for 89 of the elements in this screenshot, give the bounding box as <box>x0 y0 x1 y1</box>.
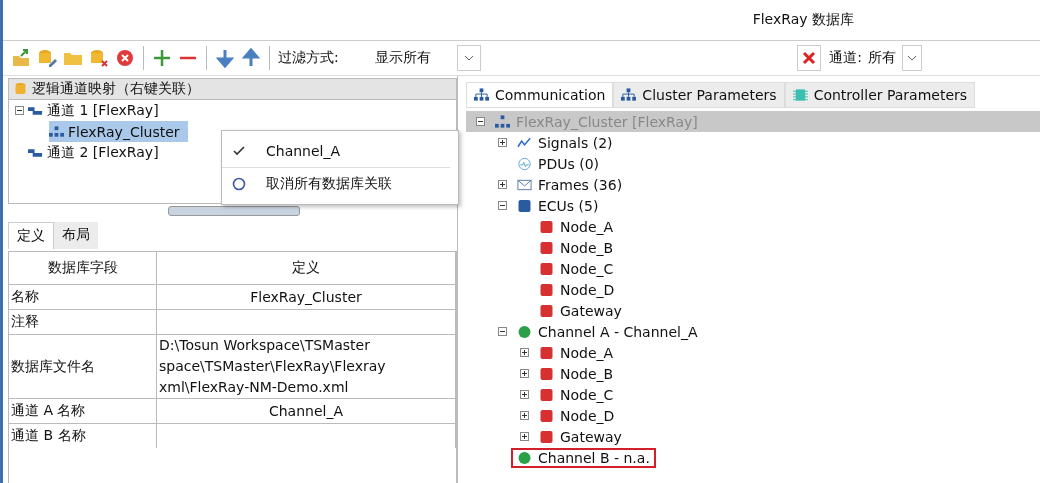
tree-item[interactable]: Node_B <box>533 363 620 384</box>
collapse-icon[interactable] <box>15 106 24 115</box>
tree-item[interactable]: Node_A <box>533 342 620 363</box>
tab[interactable]: 布局 <box>54 222 98 249</box>
clear-button[interactable] <box>797 45 822 71</box>
import-icon[interactable] <box>11 48 31 68</box>
cube-icon <box>539 261 554 276</box>
radio-icon <box>232 177 246 191</box>
tree-item[interactable]: Node_A <box>533 216 620 237</box>
tree-item[interactable]: Node_C <box>533 384 620 405</box>
cube-icon <box>539 282 554 297</box>
table-cell: 数据库文件名 <box>9 334 157 399</box>
table-cell: 注释 <box>9 309 157 335</box>
tree-item[interactable]: Channel B - n.a. <box>511 447 656 468</box>
channel-value: 所有 <box>868 49 896 67</box>
tree-item[interactable]: PDUs (0) <box>511 153 606 174</box>
chip-icon <box>792 88 808 102</box>
tree-item[interactable]: Node_D <box>533 405 621 426</box>
column-header: 数据库字段 <box>9 252 157 285</box>
collapse-icon[interactable] <box>520 411 529 420</box>
network-icon <box>495 114 510 129</box>
collapse-icon[interactable] <box>498 180 507 189</box>
tree-item[interactable]: Node_D <box>533 279 621 300</box>
cube-icon <box>539 345 554 360</box>
tree-item[interactable]: Channel A - Channel_A <box>511 321 704 342</box>
database-icon <box>13 82 28 96</box>
column-header: 定义 <box>156 252 456 285</box>
filter-label: 过滤方式: <box>278 49 339 67</box>
collapse-icon[interactable] <box>520 348 529 357</box>
menu-item[interactable]: Channel_A <box>266 143 341 159</box>
tree-item[interactable]: 通道 2 [FlexRay] <box>28 142 167 163</box>
caret-icon <box>463 55 474 61</box>
tree-item[interactable]: FlexRay_Cluster <box>49 121 188 142</box>
hierarchy-icon <box>474 88 489 102</box>
database-edit-icon[interactable] <box>37 48 57 68</box>
close-icon <box>802 51 817 65</box>
hierarchy-icon <box>621 88 637 102</box>
collapse-icon[interactable] <box>498 138 507 147</box>
tab[interactable]: Cluster Parameters <box>613 82 785 108</box>
table-cell: 通道 B 名称 <box>9 423 157 448</box>
splitter-handle[interactable] <box>168 206 300 216</box>
collapse-icon[interactable] <box>520 390 529 399</box>
check-icon <box>233 146 245 156</box>
close-icon[interactable] <box>115 48 135 68</box>
move-down-icon[interactable] <box>215 48 235 68</box>
tree-item[interactable]: ECUs (5) <box>511 195 605 216</box>
cube-icon <box>539 240 554 255</box>
envelope-icon <box>517 177 532 192</box>
tab[interactable]: 定义 <box>8 222 54 249</box>
window-title: FlexRay 数据库 <box>752 11 854 29</box>
tree-item[interactable]: Node_B <box>533 237 620 258</box>
cube-icon <box>517 198 532 213</box>
collapse-icon[interactable] <box>520 369 529 378</box>
cube-icon <box>539 429 554 444</box>
collapse-icon[interactable] <box>476 117 485 126</box>
cube-icon <box>539 366 554 381</box>
tree-item[interactable]: 通道 1 [FlexRay] <box>28 100 167 121</box>
move-up-icon[interactable] <box>241 48 261 68</box>
filter-value: 显示所有 <box>374 49 431 67</box>
cube-icon <box>539 303 554 318</box>
tab[interactable]: Controller Parameters <box>784 82 976 108</box>
collapse-icon[interactable] <box>520 432 529 441</box>
tree-item[interactable]: Gateway <box>533 426 628 447</box>
caret-icon <box>907 55 917 61</box>
add-icon[interactable] <box>152 48 172 68</box>
collapse-icon[interactable] <box>498 327 507 336</box>
tree-item[interactable]: Frames (36) <box>511 174 629 195</box>
database-delete-icon[interactable] <box>89 48 109 68</box>
pulse-icon <box>517 156 532 171</box>
table-cell: Channel_A <box>156 398 456 424</box>
tree-item[interactable]: Node_C <box>533 258 620 279</box>
tab[interactable]: Communication <box>466 82 614 108</box>
tree-item[interactable]: Gateway <box>533 300 628 321</box>
cube-icon <box>539 387 554 402</box>
cube-icon <box>539 219 554 234</box>
dot-icon <box>517 450 532 465</box>
signal-icon <box>517 135 532 150</box>
table-cell: FlexRay_Cluster <box>156 284 456 310</box>
table-cell: 通道 A 名称 <box>9 398 157 424</box>
table-cell: 名称 <box>9 284 157 310</box>
dot-icon <box>517 324 532 339</box>
table-cell: D:\Tosun Workspace\TSMaster space\TSMaster\FlexRay\Flexray xml\FlexRay-NM-Demo.xml <box>156 334 456 399</box>
tree-item[interactable]: Signals (2) <box>511 132 619 153</box>
collapse-icon[interactable] <box>498 201 507 210</box>
network-icon <box>49 124 64 139</box>
panel-header: 逻辑通道映射（右键关联） <box>32 80 200 98</box>
menu-item[interactable]: 取消所有数据库关联 <box>266 175 392 193</box>
channel-label: 通道: <box>829 49 862 67</box>
cube-icon <box>539 408 554 423</box>
